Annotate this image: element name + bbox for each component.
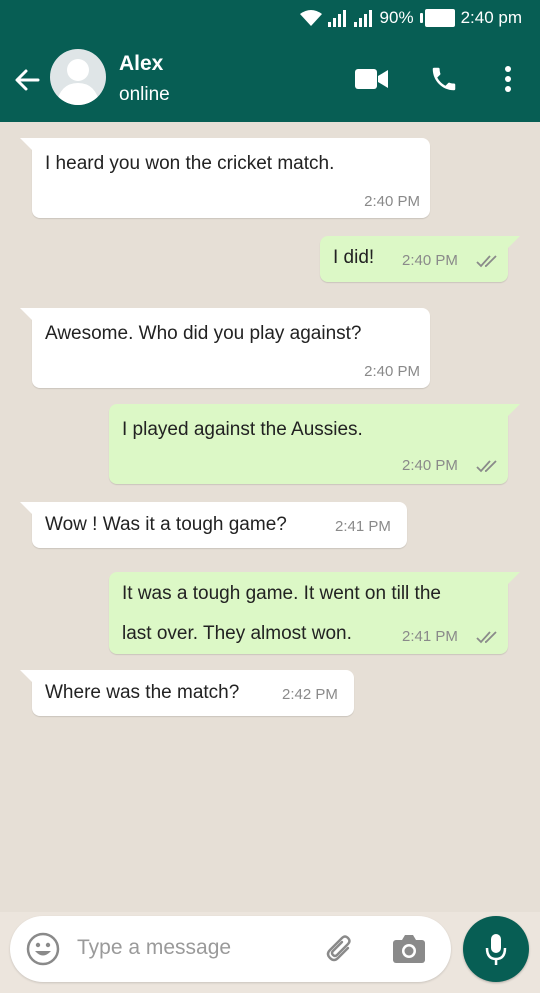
status-bar: 90% 2:40 pm [0, 0, 540, 36]
emoji-icon[interactable] [26, 932, 60, 966]
avatar[interactable] [50, 49, 106, 105]
status-indicators: 90% 2:40 pm [299, 6, 522, 30]
microphone-icon [485, 934, 507, 965]
arrow-left-icon[interactable] [12, 65, 42, 95]
more-vert-icon[interactable] [490, 61, 526, 97]
double-check-icon [476, 631, 497, 644]
battery-icon [419, 9, 455, 27]
message-text: I played against the Aussies. [122, 419, 363, 440]
contact-name[interactable]: Alex [119, 52, 163, 76]
wifi-icon [299, 9, 322, 27]
camera-icon[interactable] [392, 933, 426, 965]
battery-percent: 90% [379, 8, 414, 27]
paperclip-icon[interactable] [320, 932, 354, 966]
message-time: 2:42 PM [282, 686, 338, 703]
message-time: 2:40 PM [364, 363, 420, 380]
contact-status: online [119, 84, 170, 105]
message-outgoing[interactable]: I played against the Aussies. 2:40 PM [109, 404, 520, 484]
message-input[interactable]: Type a message [77, 936, 231, 960]
phone-icon[interactable] [426, 61, 462, 97]
message-incoming[interactable]: I heard you won the cricket match. 2:40 … [20, 138, 430, 218]
message-text: Awesome. Who did you play against? [45, 323, 362, 344]
chat-area[interactable]: I heard you won the cricket match. 2:40 … [0, 122, 540, 912]
microphone-button[interactable] [463, 916, 529, 982]
message-incoming[interactable]: Where was the match? 2:42 PM [20, 670, 354, 716]
message-outgoing[interactable]: I did! 2:40 PM [320, 236, 520, 282]
message-composer[interactable]: Type a message [10, 916, 451, 982]
message-text-line-2: last over. They almost won. [122, 623, 352, 644]
message-text: Where was the match? [45, 682, 240, 703]
double-check-icon [476, 460, 497, 473]
message-text: I heard you won the cricket match. [45, 153, 335, 174]
signal-icon [353, 9, 374, 27]
message-text-line-1: It was a tough game. It went on till the [122, 583, 441, 604]
message-time: 2:40 PM [402, 252, 458, 269]
video-call-icon[interactable] [354, 61, 390, 97]
message-time: 2:41 PM [402, 628, 458, 645]
message-incoming[interactable]: Wow ! Was it a tough game? 2:41 PM [20, 502, 407, 548]
message-text: Wow ! Was it a tough game? [45, 514, 287, 535]
message-time: 2:40 PM [364, 193, 420, 210]
message-incoming[interactable]: Awesome. Who did you play against? 2:40 … [20, 308, 430, 388]
message-time: 2:40 PM [402, 457, 458, 474]
chat-header: Alex online [0, 36, 540, 122]
signal-icon [327, 9, 348, 27]
message-outgoing[interactable]: It was a tough game. It went on till the… [109, 572, 520, 654]
message-text: I did! [333, 247, 375, 268]
double-check-icon [476, 255, 497, 268]
status-time: 2:40 pm [460, 8, 522, 27]
message-time: 2:41 PM [335, 518, 391, 535]
